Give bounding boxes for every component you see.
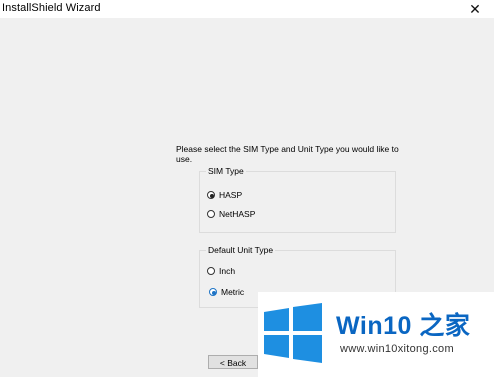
watermark: Win10 之家 www.win10xitong.com <box>258 292 494 377</box>
radio-metric-label: Metric <box>221 287 245 297</box>
sim-type-group-title: SIM Type <box>206 165 246 177</box>
unit-type-group-title: Default Unit Type <box>206 244 276 256</box>
prompt-text: Please select the SIM Type and Unit Type… <box>176 144 399 164</box>
radio-hasp[interactable]: HASP <box>207 189 242 201</box>
window-title: InstallShield Wizard <box>2 2 101 14</box>
radio-metric[interactable]: Metric <box>209 286 244 298</box>
radio-button-icon[interactable] <box>209 288 217 296</box>
radio-inch[interactable]: Inch <box>207 265 235 277</box>
close-icon[interactable]: ✕ <box>464 0 486 18</box>
title-bar: InstallShield Wizard ✕ <box>0 0 494 18</box>
radio-nethasp-label: NetHASP <box>219 209 256 219</box>
back-button[interactable]: < Back <box>208 355 258 369</box>
radio-nethasp[interactable]: NetHASP <box>207 208 255 220</box>
radio-button-icon[interactable] <box>207 191 215 199</box>
sim-type-group: SIM Type <box>199 165 396 233</box>
radio-button-icon[interactable] <box>207 267 215 275</box>
radio-button-icon[interactable] <box>207 210 215 218</box>
radio-hasp-label: HASP <box>219 190 243 200</box>
radio-inch-label: Inch <box>219 266 236 276</box>
watermark-title: Win10 之家 <box>336 312 471 340</box>
windows-logo-icon <box>264 303 322 363</box>
watermark-url: www.win10xitong.com <box>340 343 454 355</box>
